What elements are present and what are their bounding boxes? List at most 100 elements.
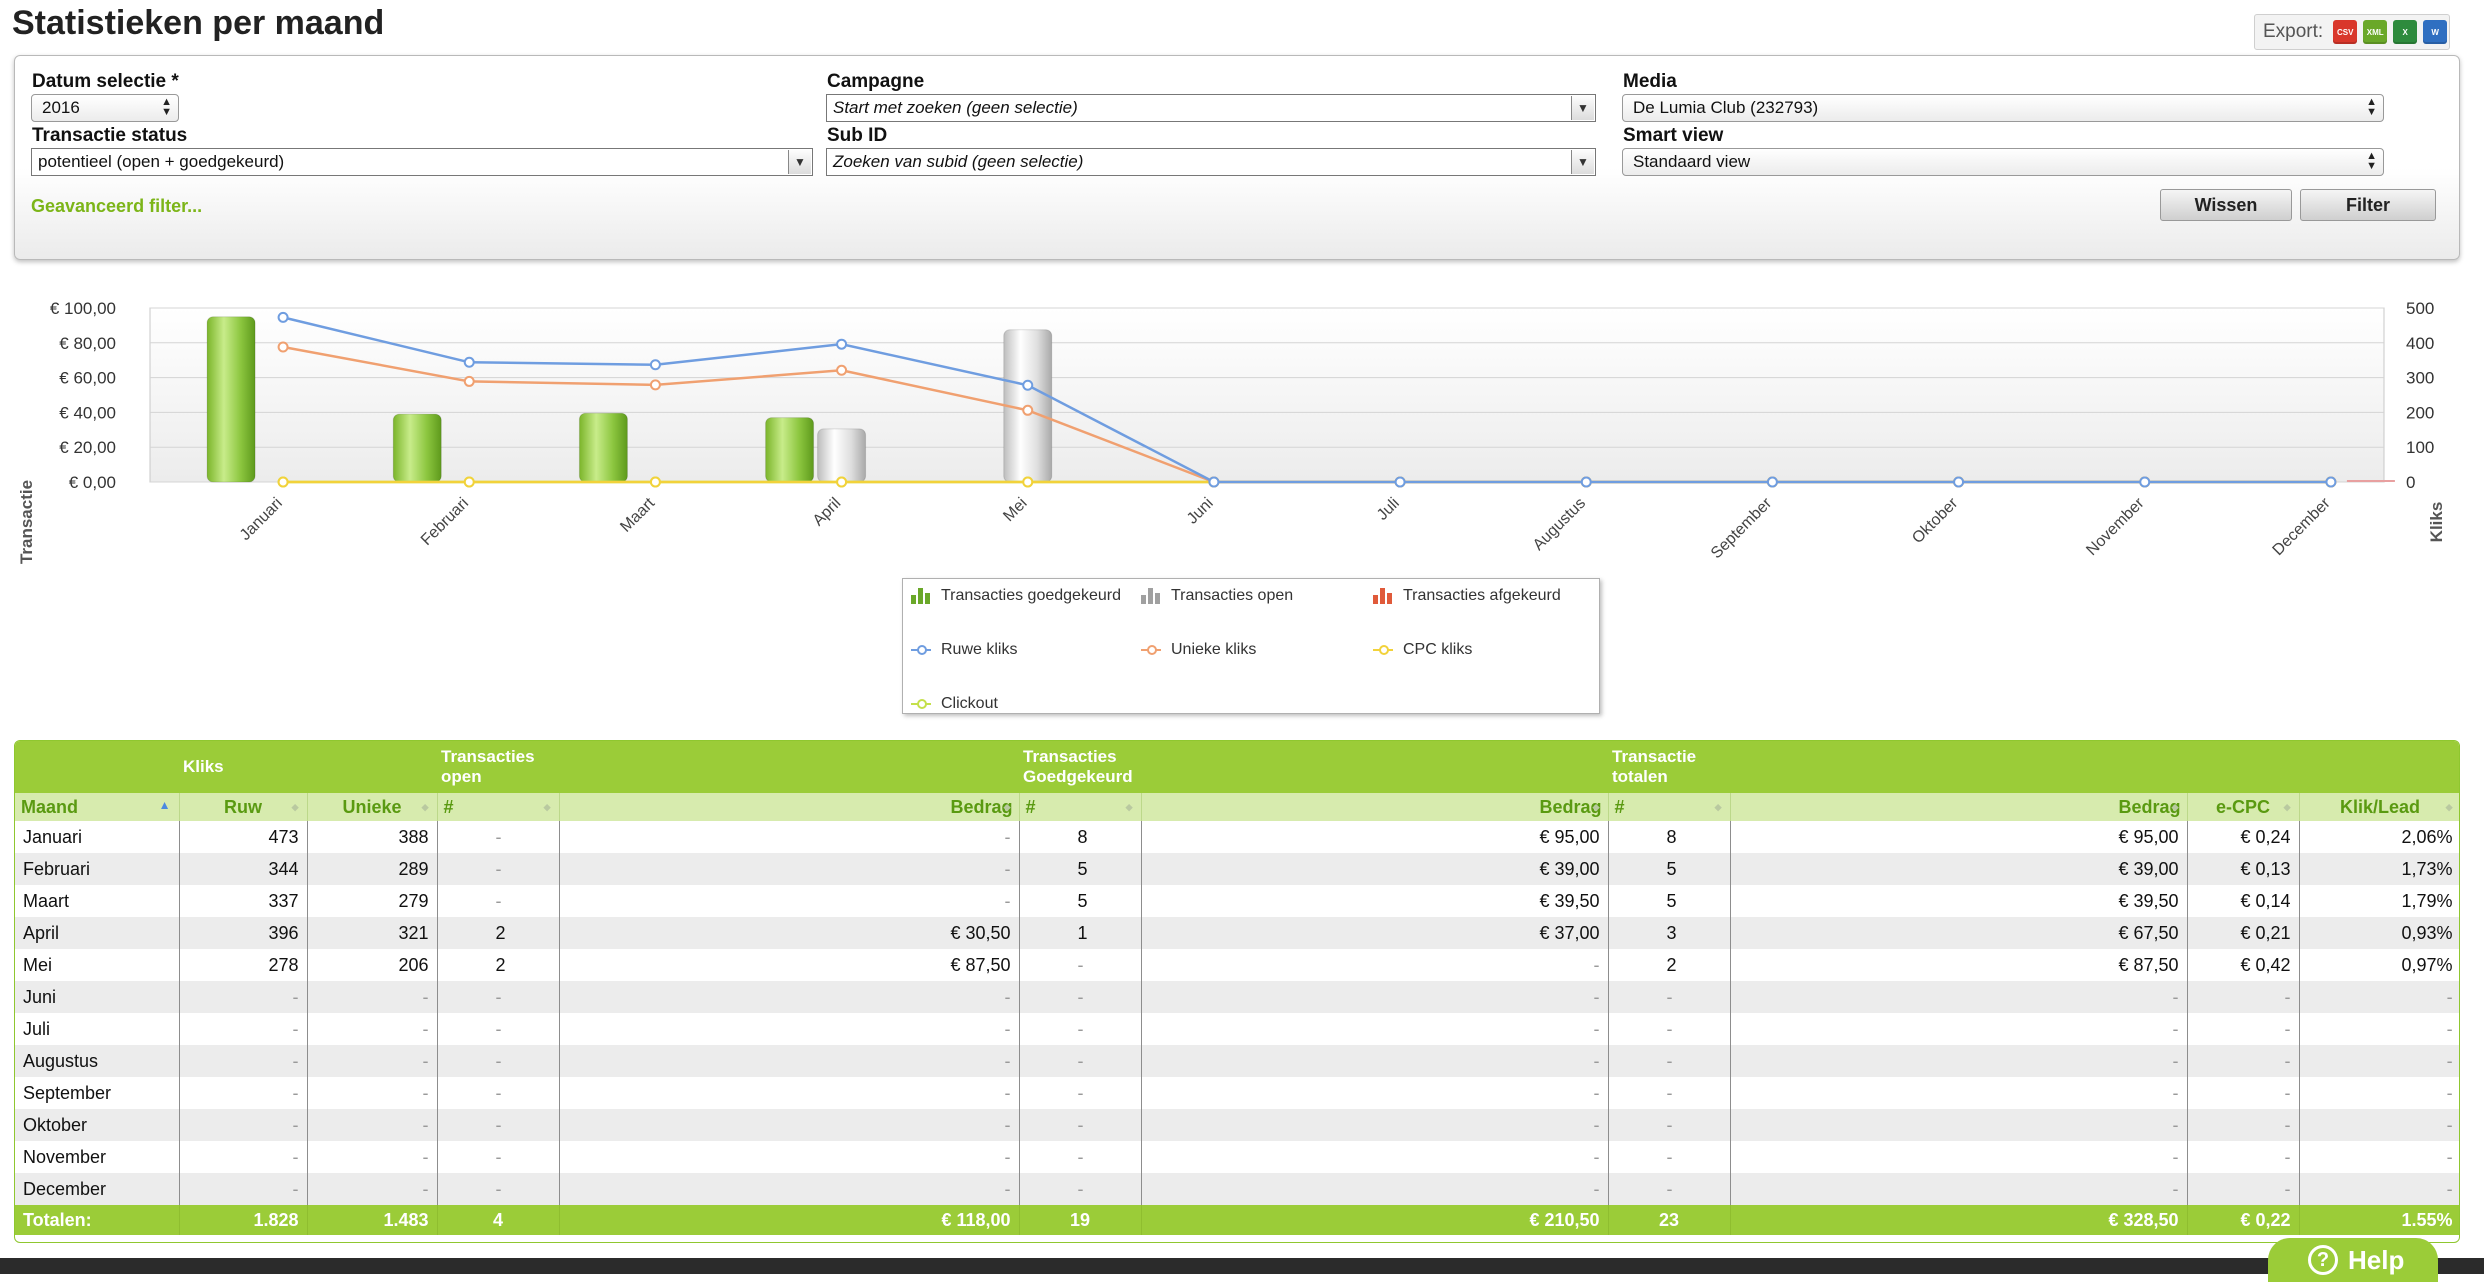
group-header-kliks: Kliks xyxy=(179,741,438,793)
table-row: September - - - - - - - - - - xyxy=(15,1077,2459,1109)
table-cell: - xyxy=(437,853,560,885)
column-header[interactable]: Bedrag ◆ xyxy=(1730,793,2188,821)
table-cell: - xyxy=(2187,1141,2300,1173)
table-row: Augustus - - - - - - - - - - xyxy=(15,1045,2459,1077)
media-label: Media xyxy=(1623,71,1677,92)
point-ruwe-kliks xyxy=(1394,476,1406,488)
stats-table: Kliks Transacties open Transacties Goedgek… xyxy=(15,741,2459,1235)
table-cell: - xyxy=(559,1077,1020,1109)
table-cell: € 39,50 xyxy=(1141,885,1609,917)
totals-cell: 23 xyxy=(1608,1205,1731,1235)
column-header[interactable]: # ◆ xyxy=(1608,793,1731,821)
y-tick-label: € 20,00 xyxy=(59,438,116,457)
dropdown-arrow-icon[interactable]: ▼ xyxy=(1571,96,1594,120)
table-cell: 337 xyxy=(179,885,308,917)
table-row: November - - - - - - - - - - xyxy=(15,1141,2459,1173)
legend-item[interactable]: CPC kliks xyxy=(1373,641,1472,659)
table-cell: - xyxy=(1730,981,2188,1013)
smart-view-select[interactable]: Standaard view ▲ ▼ xyxy=(1622,148,2384,176)
export-bar: Export: CSV XML X W xyxy=(2254,14,2450,50)
advanced-filter-link[interactable]: Geavanceerd filter... xyxy=(31,196,202,217)
wissen-button[interactable]: Wissen xyxy=(2160,189,2292,221)
table-cell: - xyxy=(1730,1109,2188,1141)
column-header[interactable]: Bedrag ◆ xyxy=(1141,793,1609,821)
sort-icon: ◆ xyxy=(1714,802,1722,812)
table-cell: - xyxy=(1730,1077,2188,1109)
point-unieke-kliks xyxy=(1022,404,1034,416)
help-button[interactable]: ? Help xyxy=(2268,1238,2438,1282)
dropdown-arrow-icon[interactable]: ▼ xyxy=(1571,150,1594,174)
group-goed-label-1: Transacties xyxy=(1023,747,1117,766)
point-ruwe-kliks xyxy=(277,311,289,323)
media-select[interactable]: De Lumia Club (232793) ▲ ▼ xyxy=(1622,94,2384,122)
table-cell: € 87,50 xyxy=(559,949,1020,981)
filter-button[interactable]: Filter xyxy=(2300,189,2436,221)
transactie-status-combo[interactable]: potentieel (open + goedgekeurd) ▼ xyxy=(31,148,813,176)
legend-item[interactable]: Transacties open xyxy=(1141,587,1293,605)
legend-item[interactable]: Unieke kliks xyxy=(1141,641,1256,659)
x-tick-label: December xyxy=(2270,494,2335,559)
table-cell: - xyxy=(1019,1077,1142,1109)
legend-item[interactable]: Ruwe kliks xyxy=(911,641,1017,659)
column-header[interactable]: Maand ▲ xyxy=(15,793,180,821)
sort-icon: ◆ xyxy=(1003,802,1011,812)
word-icon[interactable]: W xyxy=(2423,20,2448,44)
table-cell: € 39,00 xyxy=(1730,853,2188,885)
bar-transacties-goedgekeurd xyxy=(765,417,815,483)
column-header[interactable]: Unieke ◆ xyxy=(307,793,438,821)
excel-icon[interactable]: X xyxy=(2393,20,2418,44)
sort-icon: ◆ xyxy=(291,802,299,812)
table-cell: 0,97% xyxy=(2299,949,2459,981)
legend-label: CPC kliks xyxy=(1403,641,1473,658)
table-cell: - xyxy=(307,981,438,1013)
subid-combo[interactable]: Zoeken van subid (geen selectie) ▼ xyxy=(826,148,1596,176)
table-cell: € 0,24 xyxy=(2187,821,2300,853)
table-cell: - xyxy=(179,981,308,1013)
column-header[interactable]: # ◆ xyxy=(437,793,560,821)
table-cell: - xyxy=(559,1173,1020,1205)
column-header[interactable]: Bedrag ◆ xyxy=(559,793,1020,821)
bar-transacties-goedgekeurd xyxy=(206,316,256,483)
legend-item[interactable]: Transacties afgekeurd xyxy=(1373,587,1561,605)
export-label: Export: xyxy=(2263,21,2324,42)
table-cell: - xyxy=(437,1013,560,1045)
column-header[interactable]: e-CPC ◆ xyxy=(2187,793,2300,821)
point-ruwe-kliks xyxy=(1022,379,1034,391)
campagne-value: Start met zoeken (geen selectie) xyxy=(833,98,1078,117)
y2-tick-label: 0 xyxy=(2406,473,2415,492)
legend-item[interactable]: Transacties goedgekeurd xyxy=(911,587,1121,605)
group-tot-label-1: Transactie xyxy=(1612,747,1697,766)
group-header-empty xyxy=(15,741,179,793)
month-cell: Augustus xyxy=(15,1045,180,1077)
group-header-goedgekeurd: Transacties Goedgekeurd xyxy=(1019,741,1609,793)
table-cell: 1,79% xyxy=(2299,885,2459,917)
table-cell: - xyxy=(2299,981,2459,1013)
totals-cell: 1.483 xyxy=(307,1205,438,1235)
point-cpc-kliks xyxy=(1022,476,1034,488)
group-open-label-1: Transacties xyxy=(441,747,535,766)
column-header[interactable]: Ruw ◆ xyxy=(179,793,308,821)
y2-tick-label: 200 xyxy=(2406,403,2434,422)
campagne-combo[interactable]: Start met zoeken (geen selectie) ▼ xyxy=(826,94,1596,122)
totals-cell: 1.828 xyxy=(179,1205,308,1235)
month-cell: Oktober xyxy=(15,1109,180,1141)
table-cell: - xyxy=(179,1109,308,1141)
point-cpc-kliks xyxy=(277,476,289,488)
point-ruwe-kliks xyxy=(1953,476,1965,488)
column-header[interactable]: # ◆ xyxy=(1019,793,1142,821)
column-header-label: Maand xyxy=(21,796,79,817)
legend-item[interactable]: Clickout xyxy=(911,695,998,713)
legend-label: Transacties afgekeurd xyxy=(1403,587,1561,604)
table-cell: - xyxy=(559,1013,1020,1045)
y2-tick-label: 100 xyxy=(2406,438,2434,457)
red-bar-icon xyxy=(1373,588,1393,604)
table-cell: - xyxy=(307,1109,438,1141)
table-cell: - xyxy=(2299,1013,2459,1045)
column-header[interactable]: Klik/Lead ◆ xyxy=(2299,793,2459,821)
datum-selectie-select[interactable]: 2016 ▲ ▼ xyxy=(31,94,179,122)
table-cell: - xyxy=(307,1141,438,1173)
dropdown-arrow-icon[interactable]: ▼ xyxy=(788,150,811,174)
csv-icon[interactable]: CSV xyxy=(2333,20,2358,44)
xml-icon[interactable]: XML xyxy=(2363,20,2388,44)
sort-icon: ◆ xyxy=(543,802,551,812)
